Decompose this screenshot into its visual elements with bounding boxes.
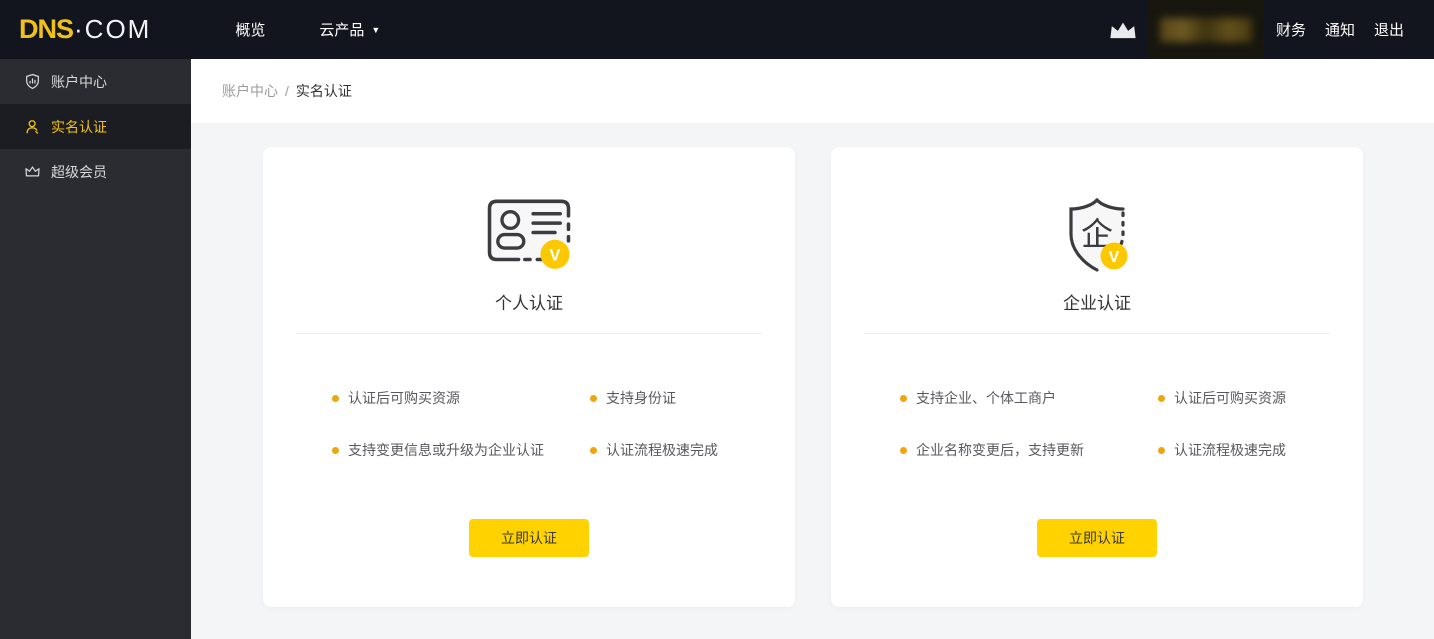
v-badge: V	[549, 246, 560, 265]
personal-auth-button[interactable]: 立即认证	[469, 519, 589, 557]
card-title: 个人认证	[495, 294, 563, 313]
topbar: DNS ·COM 概览 云产品 ▼ 财务 通知 退出	[0, 0, 1434, 59]
feature-text: 支持企业、个体工商户	[916, 390, 1056, 406]
divider	[296, 333, 762, 334]
breadcrumb-separator: /	[285, 83, 289, 99]
username-blur	[1159, 17, 1252, 42]
feature-item: 支持身份证	[554, 388, 762, 408]
main-area: 账户中心 / 实名认证 V 个人认证 认证后可购买资源 支持身份证 支持变更信息…	[191, 59, 1434, 639]
username-redacted[interactable]	[1147, 0, 1264, 59]
feature-list: 认证后可购买资源 支持身份证 支持变更信息或升级为企业认证 认证流程极速完成	[296, 388, 762, 460]
bullet-icon	[1158, 394, 1165, 402]
feature-item: 企业名称变更后，支持更新	[864, 440, 1122, 460]
sidebar: 账户中心 实名认证 超级会员	[0, 59, 191, 639]
card-title: 企业认证	[1063, 294, 1131, 313]
feature-text: 支持变更信息或升级为企业认证	[348, 442, 544, 458]
bullet-icon	[900, 394, 907, 402]
topbar-right: 财务 通知 退出	[1109, 0, 1434, 59]
feature-text: 认证流程极速完成	[1174, 442, 1286, 458]
feature-item: 支持企业、个体工商户	[864, 388, 1122, 408]
bullet-icon	[1158, 446, 1165, 454]
shield-enterprise-v-icon: 企 V	[1057, 193, 1137, 285]
bullet-icon	[900, 446, 907, 454]
feature-text: 支持身份证	[606, 390, 676, 406]
v-badge: V	[1109, 249, 1120, 266]
breadcrumb: 账户中心 / 实名认证	[191, 59, 1434, 123]
link-notifications[interactable]: 通知	[1325, 19, 1355, 40]
content-area: V 个人认证 认证后可购买资源 支持身份证 支持变更信息或升级为企业认证 认证流…	[191, 123, 1434, 607]
bullet-icon	[332, 394, 339, 402]
enterprise-auth-button[interactable]: 立即认证	[1037, 519, 1157, 557]
crown-icon[interactable]	[1109, 20, 1137, 40]
link-logout[interactable]: 退出	[1374, 19, 1404, 40]
bullet-icon	[590, 446, 597, 454]
personal-auth-card: V 个人认证 认证后可购买资源 支持身份证 支持变更信息或升级为企业认证 认证流…	[263, 147, 795, 607]
bullet-icon	[590, 394, 597, 402]
logo[interactable]: DNS ·COM	[19, 14, 151, 45]
bullet-icon	[332, 446, 339, 454]
crown-icon	[25, 166, 40, 177]
divider	[864, 333, 1330, 334]
top-nav: 概览 云产品 ▼	[235, 19, 380, 40]
shield-chart-icon	[26, 73, 39, 90]
enterprise-auth-card: 企 V 企业认证 支持企业、个体工商户 认证后可购买资源 企业名称变更后，支持更…	[831, 147, 1363, 607]
sidebar-item-realname-auth[interactable]: 实名认证	[0, 104, 191, 149]
sidebar-item-label: 实名认证	[51, 118, 107, 135]
breadcrumb-parent[interactable]: 账户中心	[222, 81, 278, 101]
feature-text: 认证后可购买资源	[1174, 390, 1286, 406]
nav-item-cloud-products[interactable]: 云产品 ▼	[319, 19, 380, 40]
person-icon	[26, 120, 39, 134]
feature-item: 认证后可购买资源	[296, 388, 554, 408]
feature-item: 认证流程极速完成	[554, 440, 762, 460]
link-finance[interactable]: 财务	[1276, 19, 1306, 40]
logo-text-primary: DNS	[19, 14, 74, 44]
sidebar-item-account-center[interactable]: 账户中心	[0, 59, 191, 104]
nav-item-overview[interactable]: 概览	[235, 19, 265, 40]
sidebar-item-label: 超级会员	[51, 163, 107, 180]
sidebar-item-super-member[interactable]: 超级会员	[0, 149, 191, 194]
chevron-down-icon: ▼	[371, 24, 381, 35]
breadcrumb-current: 实名认证	[295, 83, 352, 99]
topbar-links: 财务 通知 退出	[1276, 19, 1404, 40]
feature-text: 认证流程极速完成	[606, 442, 718, 458]
nav-item-label: 概览	[235, 22, 266, 39]
id-card-v-icon: V	[479, 193, 579, 285]
feature-text: 企业名称变更后，支持更新	[916, 442, 1084, 458]
sidebar-item-label: 账户中心	[51, 73, 107, 90]
feature-list: 支持企业、个体工商户 认证后可购买资源 企业名称变更后，支持更新 认证流程极速完…	[864, 388, 1330, 460]
feature-item: 认证流程极速完成	[1122, 440, 1330, 460]
feature-item: 认证后可购买资源	[1122, 388, 1330, 408]
feature-text: 认证后可购买资源	[348, 390, 460, 406]
nav-item-label: 云产品	[319, 22, 365, 39]
logo-text-secondary: ·COM	[74, 14, 152, 44]
feature-item: 支持变更信息或升级为企业认证	[296, 440, 554, 460]
